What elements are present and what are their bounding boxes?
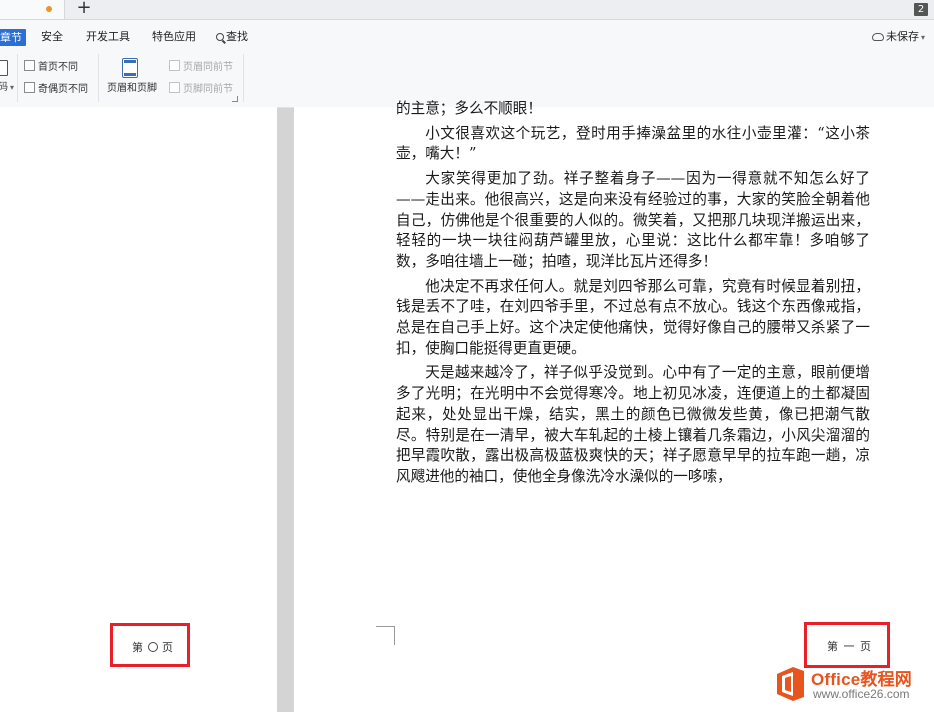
first-page-different-option[interactable]: 首页不同 [24, 60, 78, 74]
dialog-launcher-icon[interactable] [232, 96, 238, 102]
menu-tab-security[interactable]: 安全 [41, 28, 63, 45]
same-footer-as-previous-checkbox[interactable] [169, 82, 180, 93]
search-icon [216, 33, 224, 41]
odd-even-different-option[interactable]: 奇偶页不同 [24, 82, 88, 96]
left-page-footer[interactable]: 第页 [132, 639, 174, 655]
paragraph: 的主意；多么不顺眼！ [396, 100, 542, 117]
same-header-as-previous-label: 页眉同前节 [183, 62, 233, 73]
right-page-footer[interactable]: 第 一 页 [827, 638, 872, 654]
footer-prefix: 第 [132, 641, 144, 654]
odd-even-different-checkbox[interactable] [24, 82, 35, 93]
ribbon-divider [98, 54, 99, 102]
tab-bar: + 2 [0, 0, 934, 20]
ribbon-divider [17, 54, 18, 102]
menu-bar: 章节 安全 开发工具 特色应用 查找 未保存 ▾ [0, 20, 934, 52]
same-header-as-previous-option[interactable]: 页眉同前节 [169, 60, 233, 74]
same-header-as-previous-checkbox[interactable] [169, 60, 180, 71]
paragraph: 天是越来越冷了，祥子似乎没觉到。心中有了一定的主意，眼前便增多了光明；在光明中不… [396, 364, 870, 485]
paragraph: 小文很喜欢这个玩艺，登时用手捧澡盆里的水往小壶里灌：“这小茶壶，嘴大！” [396, 124, 870, 163]
right-page[interactable]: 的主意；多么不顺眼！ 小文很喜欢这个玩艺，登时用手捧澡盆里的水往小壶里灌：“这小… [294, 100, 934, 712]
header-footer-icon[interactable] [122, 58, 138, 78]
unsaved-dot-icon [46, 6, 52, 12]
window-count-badge[interactable]: 2 [914, 3, 928, 16]
odd-even-different-label: 奇偶页不同 [38, 84, 88, 95]
paragraph: 大家笑得更加了劲。祥子整着身子——因为一得意就不知怎么好了——走出来。他很高兴，… [396, 170, 870, 270]
ribbon-divider [243, 54, 244, 102]
header-footer-button[interactable]: 页眉和页脚 [107, 83, 157, 95]
save-status-label: 未保存 [886, 30, 919, 43]
menu-tab-features[interactable]: 特色应用 [152, 28, 196, 45]
left-page[interactable]: 第页 [0, 107, 277, 712]
first-page-different-label: 首页不同 [38, 62, 78, 73]
page-number-button[interactable]: 码 ▾ [0, 82, 14, 94]
watermark-url: www.office26.com [813, 687, 910, 701]
document-body[interactable]: 的主意；多么不顺眼！ 小文很喜欢这个玩艺，登时用手捧澡盆里的水往小壶里灌：“这小… [396, 99, 870, 492]
paragraph: 他决定不再求任何人。就是刘四爷那么可靠，究竟有时候显着别扭，钱是丢不了哇，在刘四… [396, 277, 870, 357]
margin-corner-mark [376, 626, 395, 645]
new-tab-button[interactable]: + [76, 0, 92, 18]
left-footer-highlight: 第页 [110, 623, 190, 667]
save-status[interactable]: 未保存 ▾ [872, 28, 925, 45]
menu-tab-section[interactable]: 章节 [0, 29, 26, 46]
document-tab[interactable] [0, 0, 65, 19]
page-number-icon[interactable] [0, 60, 8, 76]
watermark-logo: Office教程网 www.office26.com [773, 662, 934, 712]
search-button[interactable]: 查找 [216, 28, 248, 45]
page-number-label: 码 [0, 82, 8, 93]
office-logo-icon [777, 667, 804, 701]
chevron-down-icon: ▾ [921, 33, 926, 42]
cloud-icon [872, 33, 884, 41]
page-number-field-icon [148, 642, 158, 652]
menu-tab-developer[interactable]: 开发工具 [86, 28, 130, 45]
footer-suffix: 页 [162, 641, 174, 654]
same-footer-as-previous-option[interactable]: 页脚同前节 [169, 82, 233, 96]
same-footer-as-previous-label: 页脚同前节 [183, 84, 233, 95]
search-label: 查找 [226, 30, 248, 43]
first-page-different-checkbox[interactable] [24, 60, 35, 71]
chevron-down-icon: ▾ [10, 83, 15, 92]
